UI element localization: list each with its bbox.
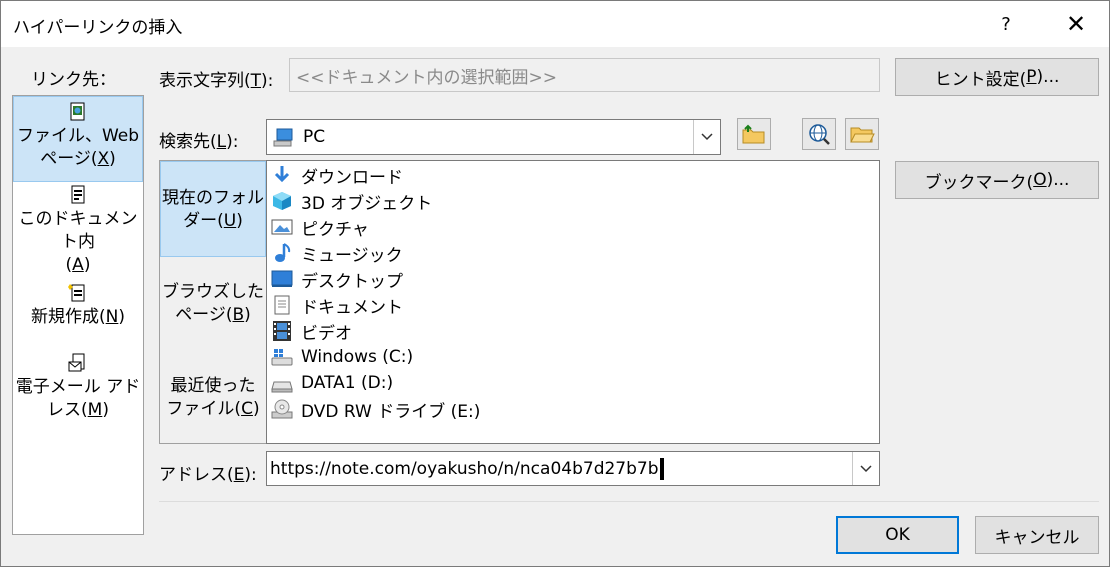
ok-button[interactable]: OK bbox=[836, 516, 959, 554]
link-to-file-web-page[interactable]: ファイル、Web ページ(X) bbox=[13, 96, 143, 182]
insert-hyperlink-dialog: ハイパーリンクの挿入 ? ✕ リンク先： ファイル、Web ページ(X) このド… bbox=[0, 0, 1110, 567]
title-bar: ハイパーリンクの挿入 ? ✕ bbox=[1, 1, 1109, 47]
display-text-field[interactable]: <<ドキュメント内の選択範囲>> bbox=[289, 58, 880, 92]
list-item[interactable]: DVD RW ドライブ (E:) bbox=[271, 396, 480, 422]
screentip-button[interactable]: ヒント設定(P)... bbox=[895, 58, 1099, 96]
list-item[interactable]: ビデオ bbox=[271, 318, 352, 344]
address-input[interactable]: https://note.com/oyakusho/n/nca04b7d27b7… bbox=[270, 458, 664, 480]
divider bbox=[159, 501, 1099, 502]
close-button[interactable]: ✕ bbox=[1043, 1, 1109, 47]
pc-icon bbox=[273, 128, 293, 147]
list-item[interactable]: ダウンロード bbox=[271, 162, 403, 188]
display-text-label: 表示文字列(T): bbox=[159, 71, 274, 91]
help-button[interactable]: ? bbox=[973, 1, 1039, 47]
desktop-icon bbox=[271, 270, 293, 287]
open-folder-icon bbox=[850, 127, 875, 143]
bookmark-button[interactable]: ブックマーク(O)... bbox=[895, 161, 1099, 199]
address-label: アドレス(E): bbox=[159, 465, 257, 485]
3d-objects-icon bbox=[273, 192, 291, 210]
up-one-folder-button[interactable] bbox=[737, 118, 771, 150]
download-arrow-icon bbox=[274, 166, 290, 183]
dvd-drive-icon bbox=[271, 399, 293, 419]
list-item[interactable]: デスクトップ bbox=[271, 266, 403, 292]
this-document-icon bbox=[71, 185, 85, 204]
cancel-button[interactable]: キャンセル bbox=[975, 516, 1099, 554]
address-combobox[interactable]: https://note.com/oyakusho/n/nca04b7d27b7… bbox=[266, 451, 880, 486]
link-to-new-document[interactable]: 新規作成(N) bbox=[13, 282, 143, 342]
link-to-email-address[interactable]: 電子メール アド レス(M) bbox=[13, 352, 143, 428]
browse-web-icon bbox=[809, 124, 830, 145]
music-note-icon bbox=[275, 243, 291, 262]
text-cursor bbox=[659, 458, 664, 480]
look-in-label: 検索先(L): bbox=[159, 132, 239, 152]
list-item[interactable]: ドキュメント bbox=[271, 292, 403, 318]
file-web-page-icon bbox=[70, 102, 85, 121]
folder-scope-tabs: 現在のフォル ダー(U) ブラウズした ページ(B) 最近使った ファイル(C) bbox=[159, 160, 267, 444]
list-item[interactable]: ミュージック bbox=[271, 240, 403, 266]
list-item[interactable]: ピクチャ bbox=[271, 214, 369, 240]
video-film-icon bbox=[273, 321, 291, 341]
list-item[interactable]: DATA1 (D:) bbox=[271, 370, 393, 396]
windows-drive-icon bbox=[271, 349, 293, 366]
new-document-icon bbox=[68, 284, 85, 302]
list-item[interactable]: 3D オブジェクト bbox=[271, 188, 432, 214]
pictures-icon bbox=[271, 219, 293, 235]
folder-up-icon bbox=[742, 124, 765, 144]
browse-web-button[interactable] bbox=[802, 118, 836, 150]
look-in-dropdown[interactable]: PC bbox=[266, 119, 721, 155]
chevron-down-icon[interactable] bbox=[693, 120, 720, 154]
list-item[interactable]: Windows (C:) bbox=[271, 344, 413, 370]
link-to-this-document[interactable]: このドキュメント内 (A) bbox=[13, 184, 143, 275]
tab-recent-files[interactable]: 最近使った ファイル(C) bbox=[160, 351, 266, 443]
tab-current-folder[interactable]: 現在のフォル ダー(U) bbox=[160, 161, 266, 257]
link-to-label-line1: ファイル、Web bbox=[16, 126, 140, 146]
chevron-down-icon[interactable] bbox=[852, 452, 879, 485]
look-in-value: PC bbox=[303, 127, 326, 147]
drive-icon bbox=[271, 381, 293, 393]
file-list[interactable]: ダウンロード 3D オブジェクト ピクチャ ミュージック デスクトップ ドキュメ… bbox=[266, 160, 880, 444]
documents-icon bbox=[274, 295, 290, 315]
link-to-bar: ファイル、Web ページ(X) このドキュメント内 (A) 新規作成(N) 電子… bbox=[12, 95, 144, 535]
link-to-label: リンク先： bbox=[31, 70, 116, 90]
email-address-icon bbox=[68, 353, 85, 372]
browse-file-button[interactable] bbox=[845, 118, 879, 150]
tab-browsed-pages[interactable]: ブラウズした ページ(B) bbox=[160, 257, 266, 351]
dialog-title: ハイパーリンクの挿入 bbox=[13, 18, 183, 38]
